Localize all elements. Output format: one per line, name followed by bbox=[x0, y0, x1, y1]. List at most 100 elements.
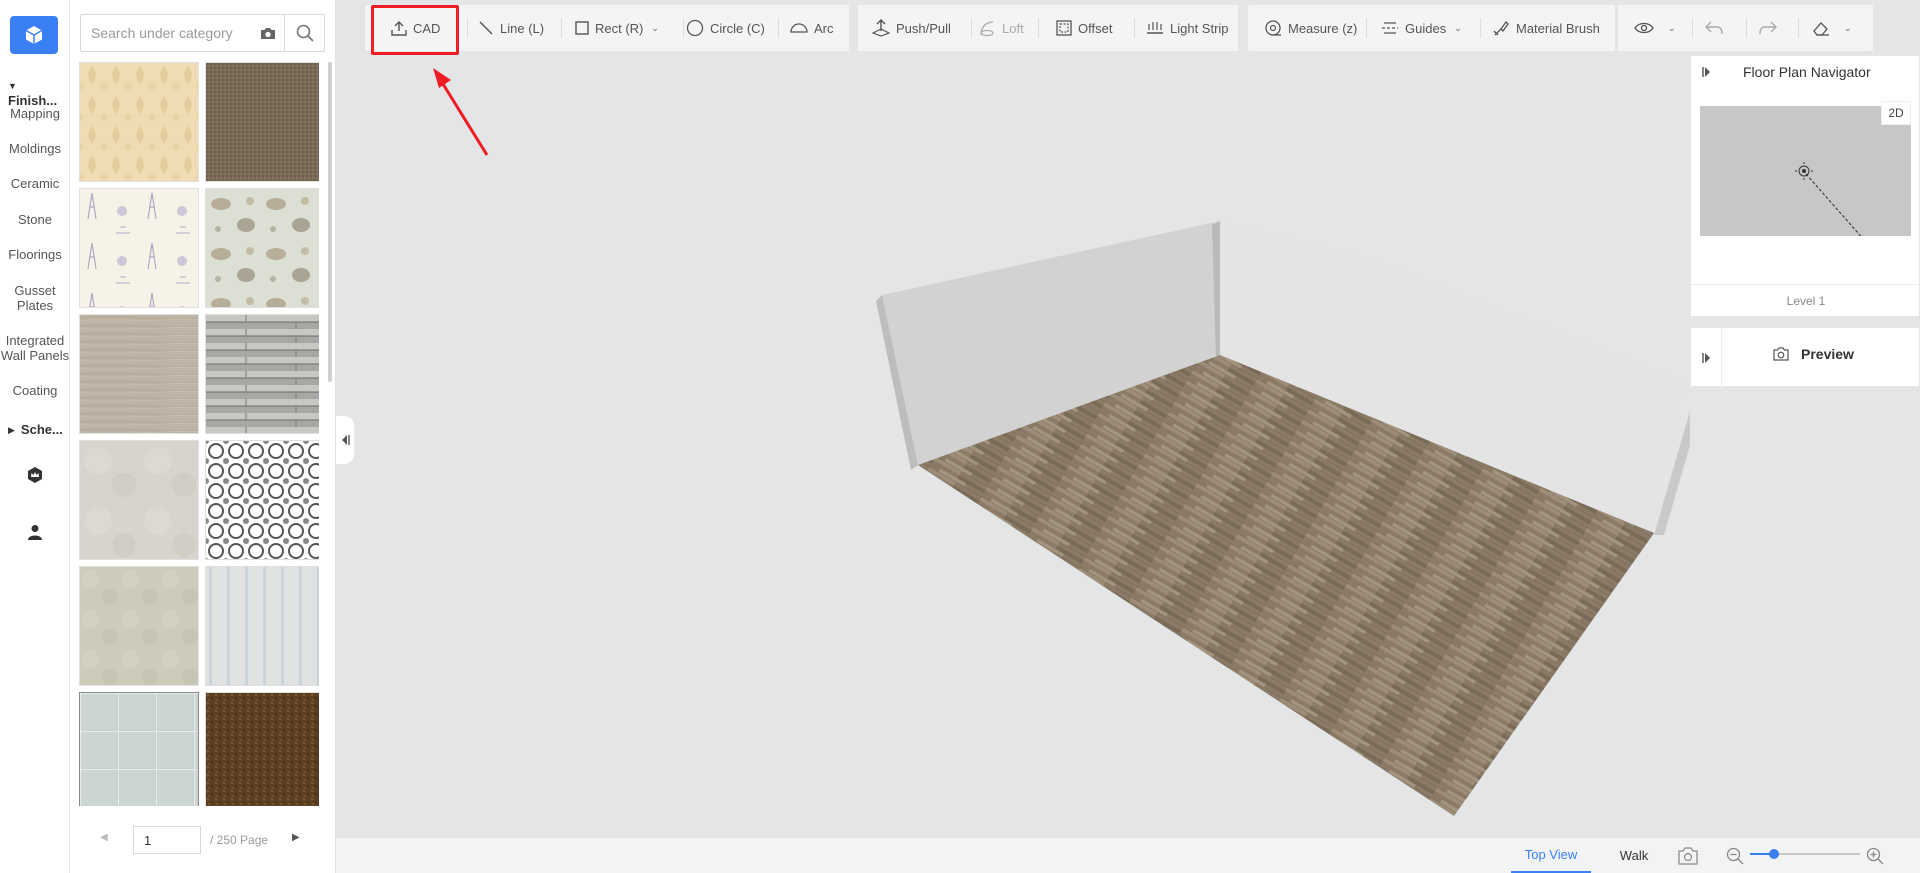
material-tile[interactable] bbox=[79, 566, 199, 686]
tab-top-view[interactable]: Top View bbox=[1511, 838, 1591, 873]
arc-button[interactable]: Arc bbox=[790, 5, 834, 51]
crown-badge-button[interactable] bbox=[25, 465, 45, 485]
material-brush-label: Material Brush bbox=[1516, 20, 1600, 36]
material-brush-button[interactable]: Material Brush bbox=[1492, 5, 1600, 51]
rail-item-moldings[interactable]: Moldings bbox=[0, 141, 70, 156]
material-tile[interactable] bbox=[79, 314, 199, 434]
caret-down-icon: ▼ bbox=[8, 81, 17, 91]
navigator-map[interactable] bbox=[1700, 106, 1911, 243]
prev-page-button[interactable]: ◀ bbox=[100, 832, 108, 843]
line-icon bbox=[479, 21, 493, 35]
preview-label: Preview bbox=[1801, 346, 1854, 362]
circle-button[interactable]: Circle (C) bbox=[686, 5, 765, 51]
material-tile[interactable] bbox=[79, 188, 199, 308]
zoom-out-icon bbox=[1726, 847, 1744, 865]
rail-item-ceramic[interactable]: Ceramic bbox=[0, 176, 70, 191]
light-strip-button[interactable]: Light Strip bbox=[1146, 5, 1229, 51]
loft-icon bbox=[980, 21, 994, 37]
snapshot-button[interactable] bbox=[1678, 847, 1698, 870]
level-label[interactable]: Level 1 bbox=[1691, 294, 1920, 308]
material-scrollbar[interactable] bbox=[328, 62, 332, 382]
material-tile[interactable] bbox=[205, 188, 319, 308]
tab-walk[interactable]: Walk bbox=[1604, 838, 1664, 873]
rail-item-integrated-wall-panels[interactable]: Integrated Wall Panels bbox=[0, 333, 70, 363]
redo-button[interactable] bbox=[1758, 5, 1784, 51]
material-tile[interactable] bbox=[79, 62, 199, 182]
arc-label: Arc bbox=[814, 20, 834, 36]
material-tile[interactable] bbox=[79, 692, 199, 806]
offset-button[interactable]: Offset bbox=[1056, 5, 1112, 51]
material-tile[interactable] bbox=[205, 314, 319, 434]
app-logo-button[interactable] bbox=[10, 16, 58, 54]
material-tile[interactable] bbox=[205, 440, 319, 560]
annotation-arrow bbox=[433, 68, 489, 156]
material-tile[interactable] bbox=[205, 62, 319, 182]
material-tile[interactable] bbox=[205, 692, 319, 806]
rail-item-coating[interactable]: Coating bbox=[0, 383, 70, 398]
guides-label: Guides bbox=[1405, 20, 1447, 36]
loft-button[interactable]: Loft bbox=[978, 5, 1024, 51]
floor-plan-navigator: Floor Plan Navigator 2D Level 1 bbox=[1690, 55, 1920, 317]
3d-viewport[interactable] bbox=[336, 55, 1690, 838]
collapse-right-icon[interactable] bbox=[1702, 352, 1712, 364]
measure-button[interactable]: Measure (z) bbox=[1264, 5, 1357, 51]
cad-highlight-box bbox=[371, 5, 459, 55]
chevron-down-icon: ⌄ bbox=[651, 22, 659, 33]
brush-icon bbox=[1493, 20, 1509, 36]
line-button[interactable]: Line (L) bbox=[478, 5, 544, 51]
rail-group-schemes[interactable]: ▶ Sche... bbox=[0, 422, 70, 437]
circle-icon bbox=[686, 19, 704, 37]
visibility-dropdown[interactable]: ⌄ bbox=[1634, 5, 1676, 51]
rail-item-gusset-plates[interactable]: Gusset Plates bbox=[0, 283, 70, 313]
arc-icon bbox=[790, 23, 808, 33]
camera-settings-icon bbox=[1678, 847, 1698, 865]
collapse-right-icon bbox=[1702, 67, 1710, 77]
rail-item-stone[interactable]: Stone bbox=[0, 212, 70, 227]
next-page-button[interactable]: ▶ bbox=[292, 832, 300, 843]
material-tile[interactable] bbox=[205, 566, 319, 686]
loft-label: Loft bbox=[1002, 20, 1024, 36]
measure-icon bbox=[1265, 20, 1281, 36]
page-input[interactable] bbox=[133, 826, 201, 854]
guides-button[interactable]: Guides ⌄ bbox=[1381, 5, 1462, 51]
material-panel: ◀ / 250 Page ▶ bbox=[70, 0, 336, 873]
rect-icon bbox=[575, 21, 589, 35]
chevron-down-icon: ⌄ bbox=[1454, 22, 1462, 33]
chevron-down-icon: ⌄ bbox=[1668, 22, 1676, 33]
zoom-in-icon bbox=[1866, 847, 1884, 865]
rect-button[interactable]: Rect (R) ⌄ bbox=[575, 5, 659, 51]
chevron-down-icon: ⌄ bbox=[1844, 22, 1852, 33]
pagination: ◀ / 250 Page ▶ bbox=[70, 826, 336, 854]
zoom-slider-thumb[interactable] bbox=[1769, 849, 1779, 859]
page-total: / 250 Page bbox=[210, 833, 269, 847]
zoom-in-button[interactable] bbox=[1866, 847, 1884, 870]
navigator-title: Floor Plan Navigator bbox=[1743, 64, 1871, 80]
toolbar-modify-group: Push/Pull Loft Offset Light Strip bbox=[858, 5, 1238, 51]
rail-item-floorings[interactable]: Floorings bbox=[0, 247, 70, 262]
toolbar-view-group: ⌄ ⌄ bbox=[1618, 5, 1873, 51]
toolbar-utility-group: Measure (z) Guides ⌄ Material Brush bbox=[1248, 5, 1615, 51]
zoom-out-button[interactable] bbox=[1726, 847, 1744, 870]
material-grid bbox=[79, 62, 319, 806]
user-button[interactable] bbox=[25, 522, 45, 542]
search-button[interactable] bbox=[284, 15, 324, 51]
search-input[interactable] bbox=[81, 15, 252, 51]
2d-toggle-button[interactable]: 2D bbox=[1881, 101, 1911, 125]
redo-icon bbox=[1759, 21, 1777, 35]
preview-button[interactable]: Preview bbox=[1773, 346, 1854, 362]
rail-item-mapping[interactable]: Mapping bbox=[0, 106, 70, 121]
rail-group-finishes[interactable]: ▼Finish... bbox=[0, 78, 70, 108]
measure-label: Measure (z) bbox=[1288, 20, 1358, 36]
cube-icon bbox=[25, 26, 43, 44]
light-strip-label: Light Strip bbox=[1170, 20, 1229, 36]
preview-panel: Preview bbox=[1690, 327, 1920, 388]
eraser-dropdown[interactable]: ⌄ bbox=[1812, 5, 1852, 51]
push-pull-button[interactable]: Push/Pull bbox=[872, 5, 951, 51]
material-tile[interactable] bbox=[79, 440, 199, 560]
user-icon bbox=[28, 525, 42, 540]
undo-button[interactable] bbox=[1704, 5, 1730, 51]
left-rail: ▼Finish... Mapping Moldings Ceramic Ston… bbox=[0, 0, 70, 873]
zoom-slider[interactable] bbox=[1750, 849, 1860, 859]
navigator-header[interactable]: Floor Plan Navigator bbox=[1691, 56, 1920, 88]
image-search-button[interactable] bbox=[252, 15, 284, 51]
